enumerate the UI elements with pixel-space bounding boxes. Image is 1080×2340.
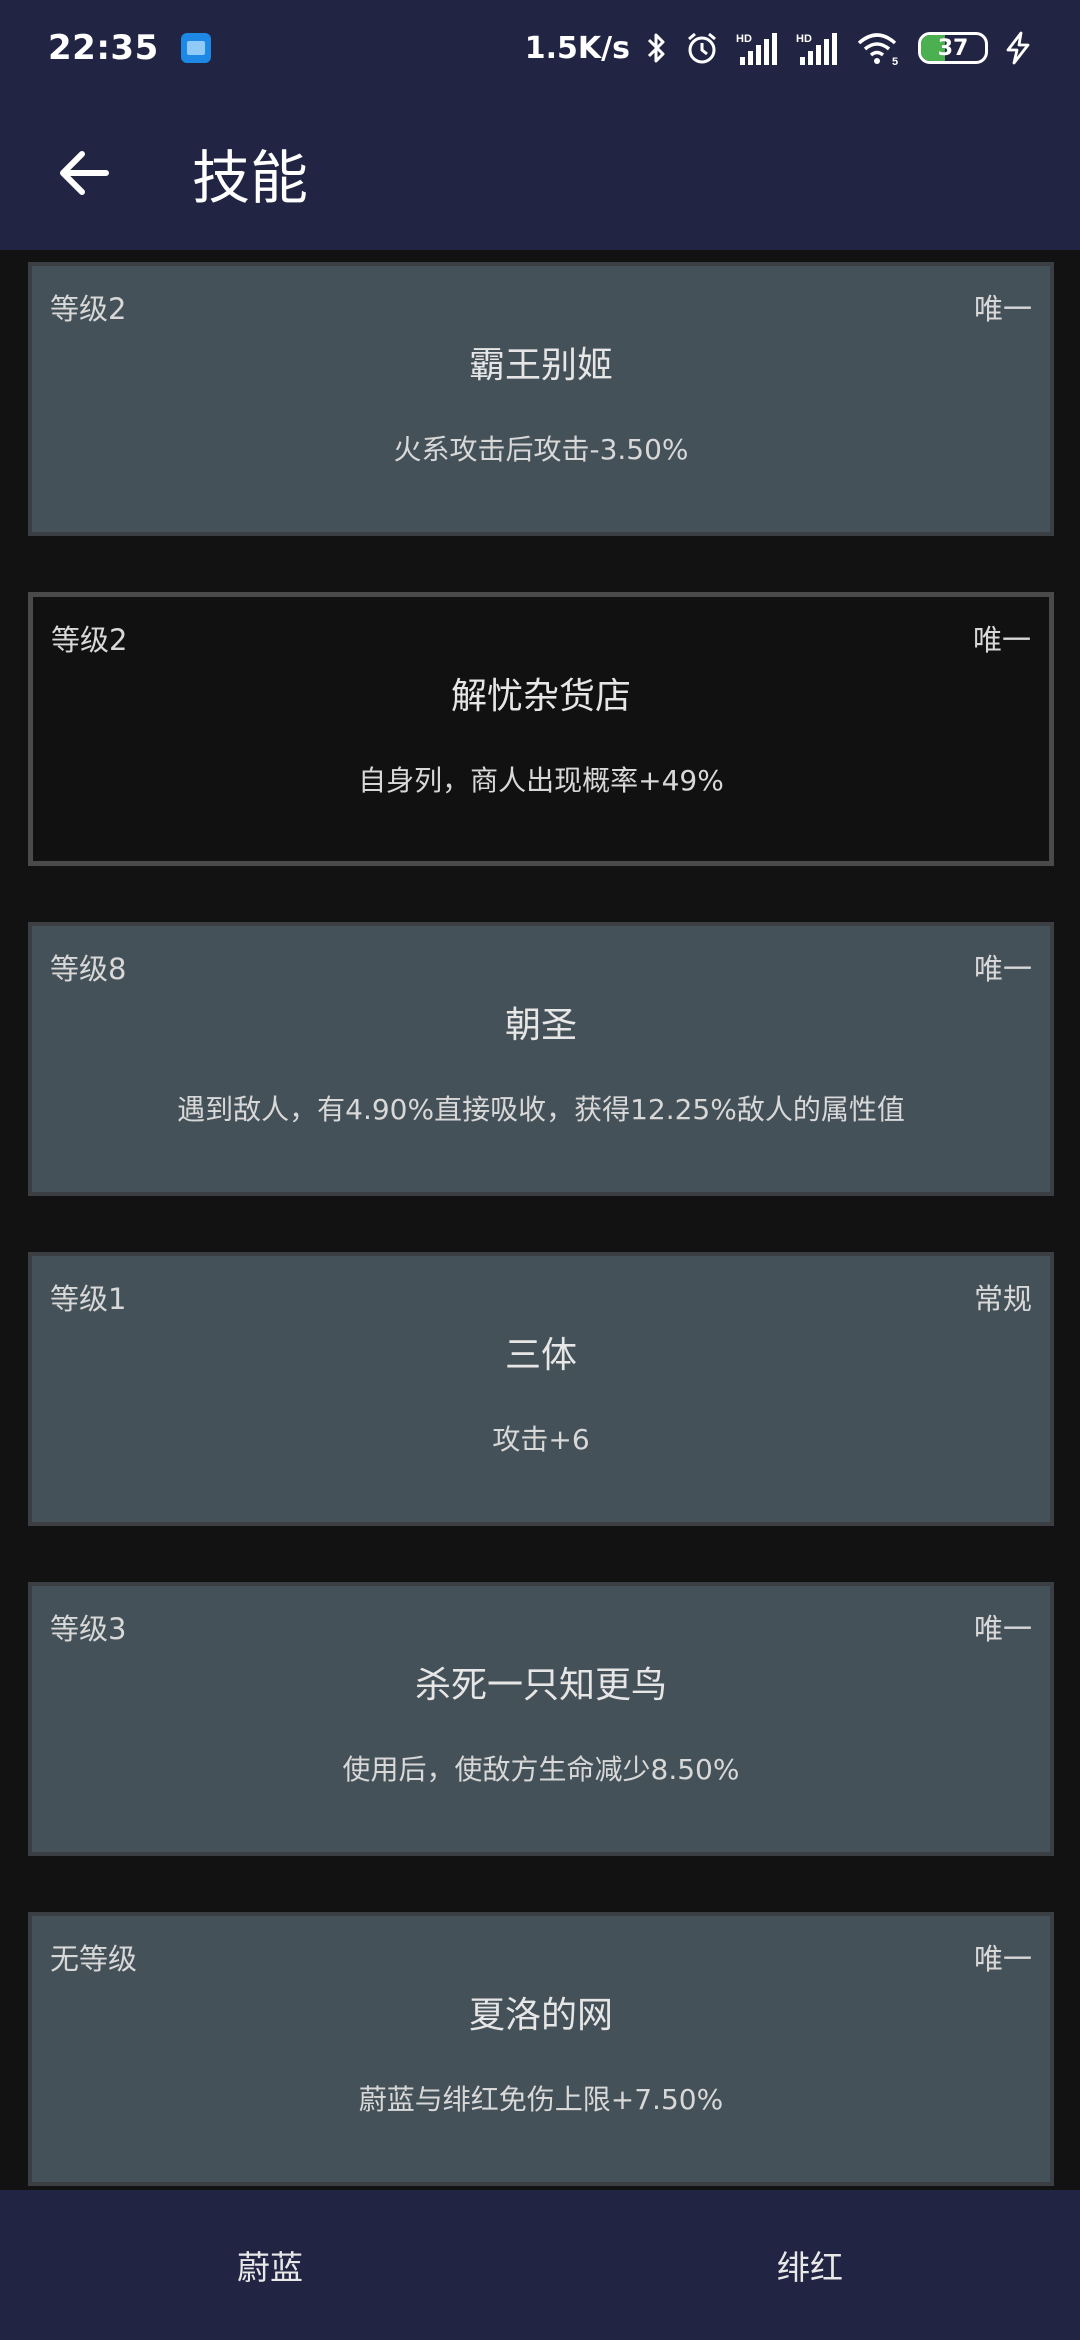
bluetooth-icon bbox=[646, 31, 668, 65]
signal-hd-icon: HD bbox=[736, 31, 780, 65]
skill-level: 等级2 bbox=[50, 292, 127, 326]
skill-type: 常规 bbox=[973, 1282, 1032, 1316]
signal-hd-icon-2: HD bbox=[796, 31, 840, 65]
svg-text:5: 5 bbox=[892, 56, 898, 65]
skill-description: 使用后，使敌方生命减少8.50% bbox=[342, 1753, 740, 1786]
skill-level: 等级1 bbox=[50, 1282, 127, 1316]
app-icon bbox=[180, 33, 211, 63]
battery-icon: 37 bbox=[918, 32, 988, 64]
skill-name: 杀死一只知更鸟 bbox=[414, 1665, 667, 1706]
skill-type: 唯一 bbox=[973, 1612, 1032, 1646]
wifi-icon: 5 bbox=[856, 31, 902, 65]
skill-type: 唯一 bbox=[972, 623, 1031, 657]
skill-card[interactable]: 等级1 常规 三体 攻击+6 bbox=[28, 1252, 1054, 1526]
skill-description: 攻击+6 bbox=[492, 1423, 590, 1456]
alarm-icon bbox=[684, 30, 720, 66]
arrow-left-icon bbox=[60, 151, 109, 195]
skill-name: 霸王别姬 bbox=[468, 345, 613, 386]
skill-card[interactable]: 无等级 唯一 夏洛的网 蔚蓝与绯红免伤上限+7.50% bbox=[28, 1912, 1054, 2186]
skill-description: 蔚蓝与绯红免伤上限+7.50% bbox=[358, 2083, 724, 2116]
skill-description: 火系攻击后攻击-3.50% bbox=[393, 433, 689, 466]
tab-feihong[interactable]: 绯红 bbox=[540, 2190, 1080, 2340]
tab-weilan[interactable]: 蔚蓝 bbox=[0, 2190, 540, 2340]
skill-card[interactable]: 等级8 唯一 朝圣 遇到敌人，有4.90%直接吸收，获得12.25%敌人的属性值 bbox=[28, 922, 1054, 1196]
status-bar: 22:35 1.5K/s HD HD 5 37 bbox=[0, 0, 1080, 96]
skill-type: 唯一 bbox=[973, 292, 1032, 326]
skill-level: 无等级 bbox=[50, 1942, 138, 1976]
skill-list-container[interactable]: 等级2 唯一 霸王别姬 火系攻击后攻击-3.50% 等级2 唯一 解忧杂货店 自… bbox=[0, 250, 1080, 2190]
skill-name: 解忧杂货店 bbox=[450, 676, 631, 717]
svg-text:HD: HD bbox=[736, 33, 752, 45]
skill-card[interactable]: 等级2 唯一 解忧杂货店 自身列，商人出现概率+49% bbox=[28, 592, 1054, 866]
charging-icon bbox=[1004, 31, 1032, 65]
network-speed: 1.5K/s bbox=[524, 30, 630, 66]
svg-text:HD: HD bbox=[796, 33, 812, 45]
skill-card[interactable]: 等级2 唯一 霸王别姬 火系攻击后攻击-3.50% bbox=[28, 262, 1054, 536]
battery-level: 37 bbox=[937, 35, 969, 61]
skill-type: 唯一 bbox=[973, 952, 1032, 986]
status-time: 22:35 bbox=[48, 28, 159, 68]
back-button[interactable] bbox=[44, 133, 124, 213]
skill-card[interactable]: 等级3 唯一 杀死一只知更鸟 使用后，使敌方生命减少8.50% bbox=[28, 1582, 1054, 1856]
skill-level: 等级2 bbox=[51, 623, 128, 657]
bottom-tab-bar: 蔚蓝 绯红 bbox=[0, 2190, 1080, 2340]
app-bar: 技能 bbox=[0, 96, 1080, 250]
skill-description: 遇到敌人，有4.90%直接吸收，获得12.25%敌人的属性值 bbox=[177, 1093, 905, 1126]
skill-level: 等级8 bbox=[50, 952, 127, 986]
skill-description: 自身列，商人出现概率+49% bbox=[358, 764, 724, 797]
page-title: 技能 bbox=[192, 144, 309, 212]
skill-list: 等级2 唯一 霸王别姬 火系攻击后攻击-3.50% 等级2 唯一 解忧杂货店 自… bbox=[28, 262, 1054, 2190]
skill-type: 唯一 bbox=[973, 1942, 1032, 1976]
skill-level: 等级3 bbox=[50, 1612, 127, 1646]
skill-name: 朝圣 bbox=[504, 1005, 577, 1046]
skill-name: 三体 bbox=[504, 1335, 577, 1376]
skill-name: 夏洛的网 bbox=[468, 1995, 613, 2036]
